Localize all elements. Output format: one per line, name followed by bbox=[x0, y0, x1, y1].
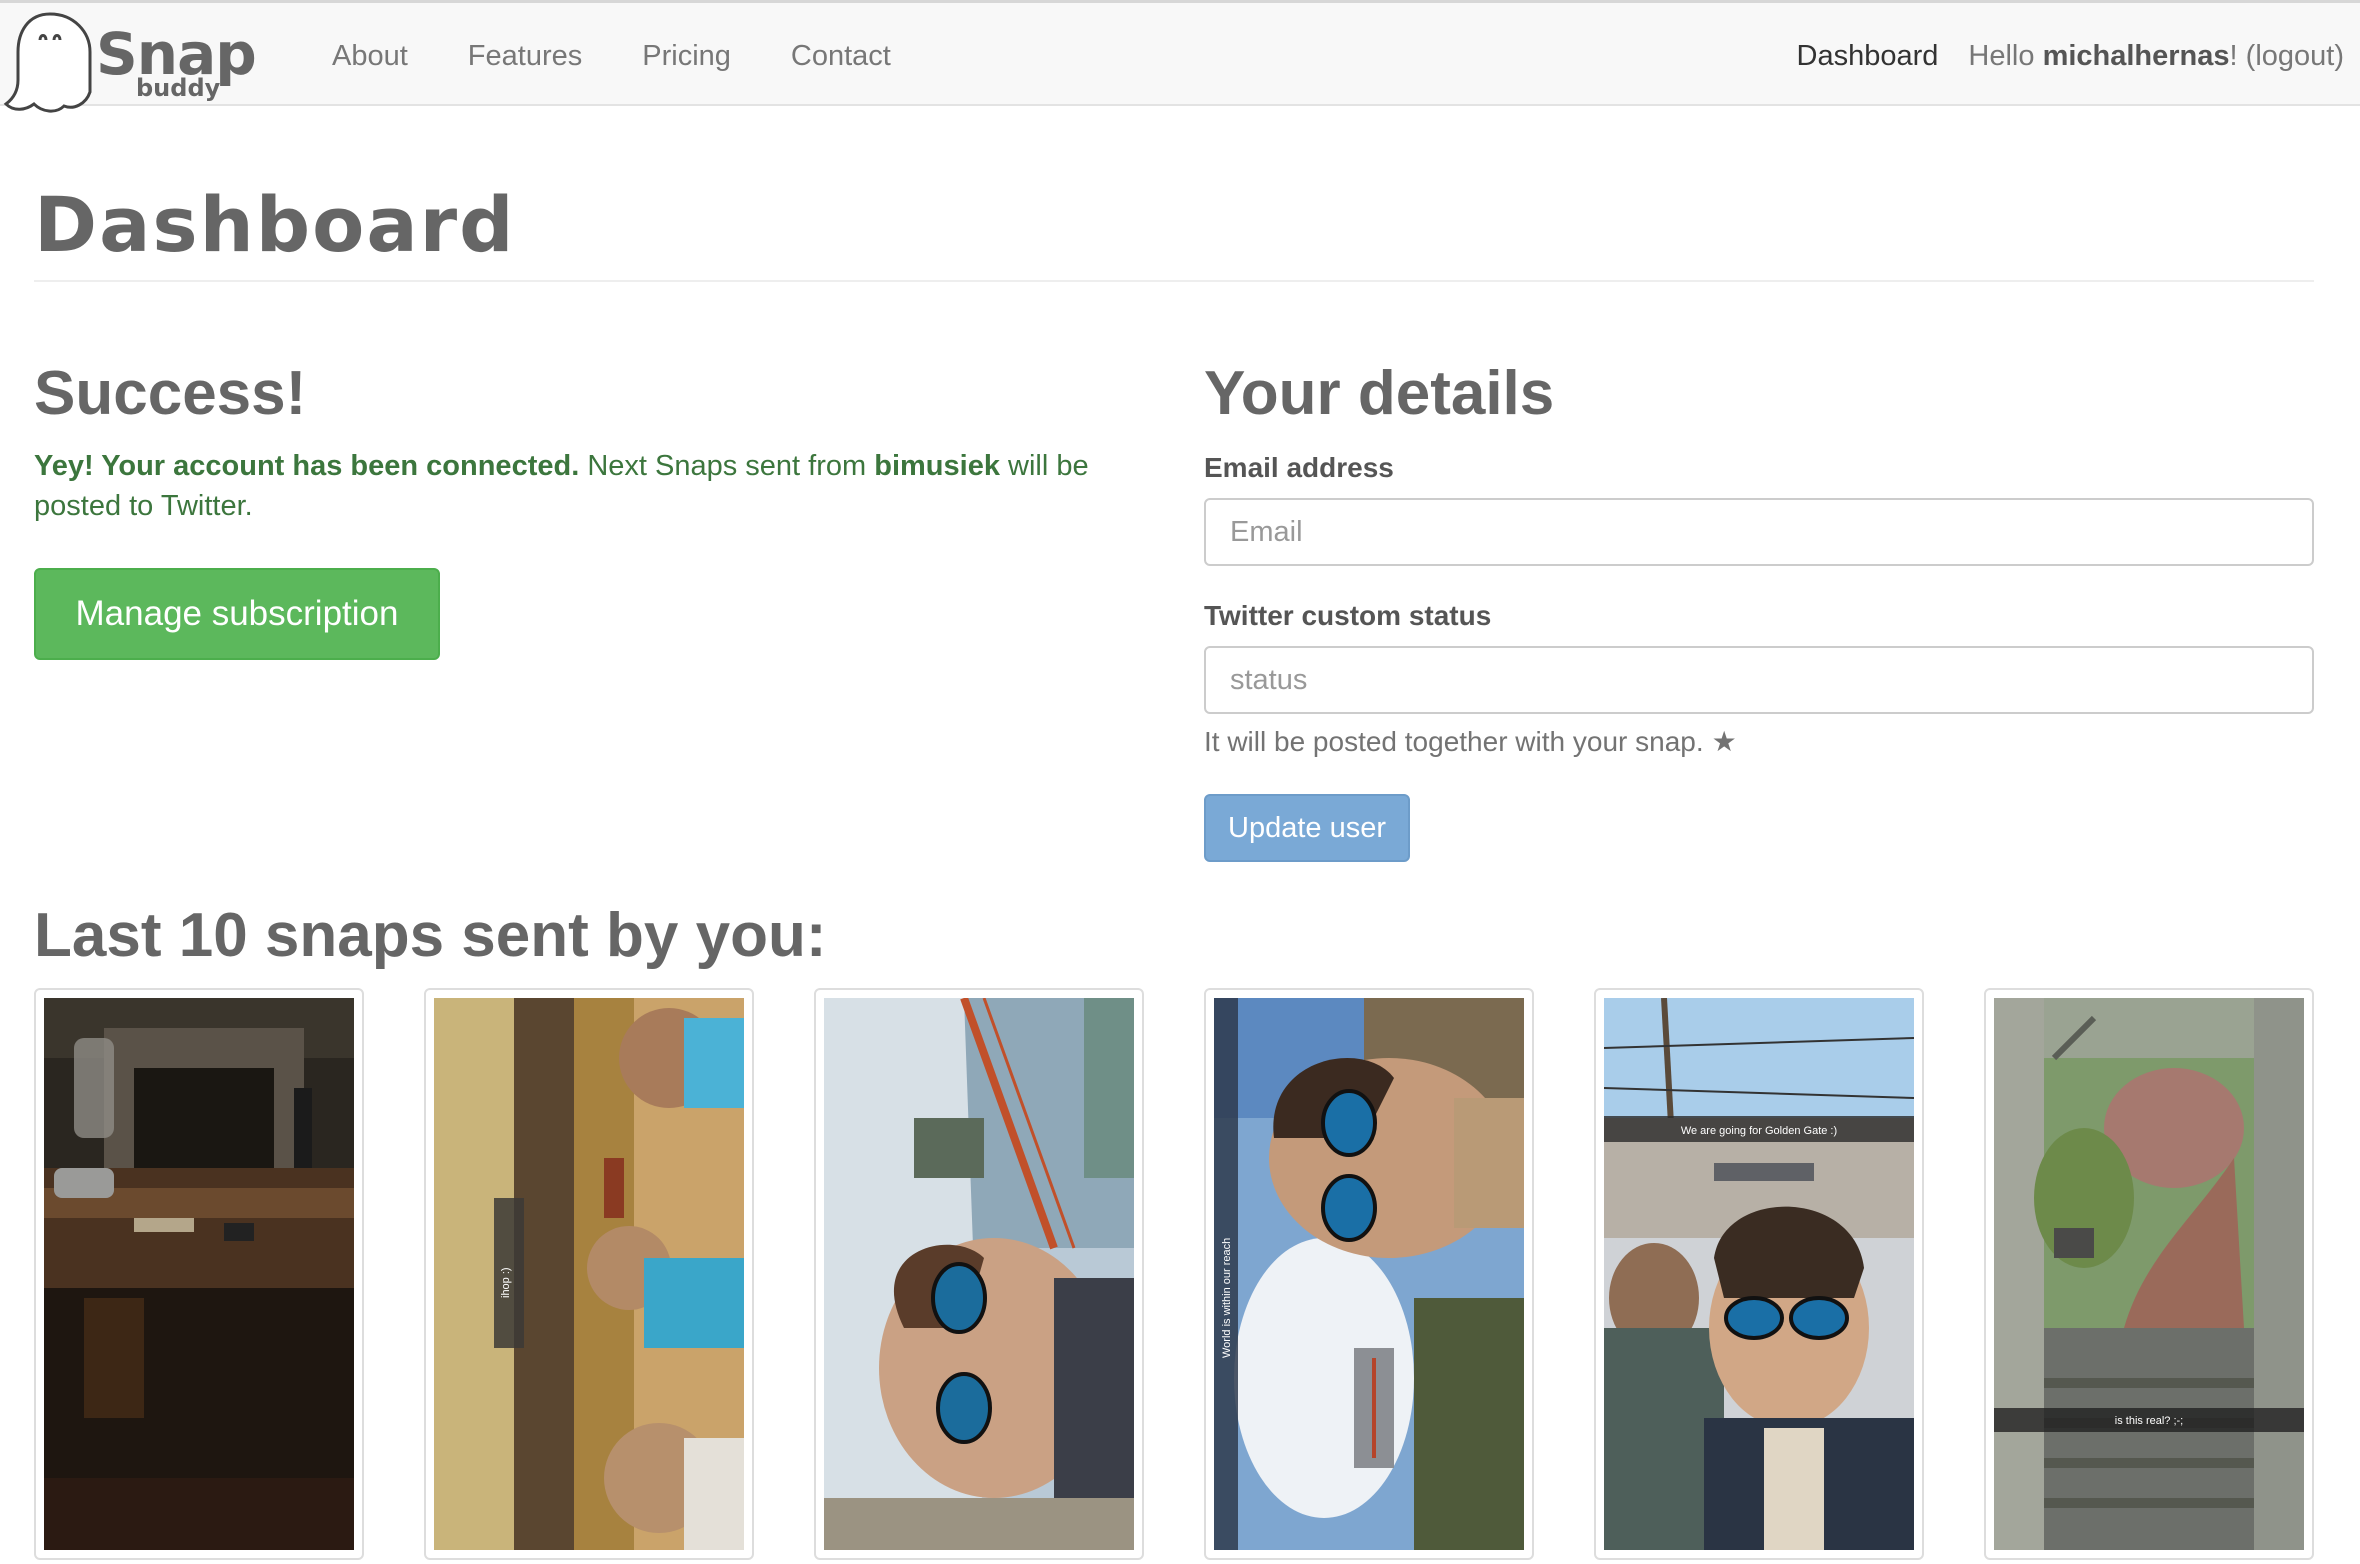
snap-image: We are going for Golden Gate :) bbox=[1604, 998, 1914, 1550]
status-help-text: It will be posted together with your sna… bbox=[1204, 726, 1704, 757]
details-title: Your details bbox=[1204, 359, 1555, 428]
snap-image: World is within our reach bbox=[1214, 998, 1524, 1550]
snap-thumbnail[interactable]: ihop :) bbox=[424, 988, 754, 1560]
status-field[interactable] bbox=[1204, 646, 2314, 714]
svg-text:ihop :): ihop :) bbox=[500, 1267, 512, 1298]
snap-thumbnail[interactable] bbox=[814, 988, 1144, 1560]
navbar: Snap buddy About Features Pricing Contac… bbox=[0, 0, 2360, 113]
header-divider bbox=[34, 280, 2314, 282]
brand-subname: buddy bbox=[136, 74, 221, 102]
snaps-title: Last 10 snaps sent by you: bbox=[34, 901, 827, 970]
update-user-button[interactable]: Update user bbox=[1204, 794, 1410, 862]
snap-caption: World is within our reach bbox=[1221, 1238, 1233, 1358]
success-title: Success! bbox=[34, 359, 307, 428]
connected-account: bimusiek bbox=[874, 450, 1000, 482]
logout-link[interactable]: (logout) bbox=[2246, 40, 2344, 72]
nav-dashboard[interactable]: Dashboard bbox=[1797, 40, 1939, 73]
success-message-bold: Yey! Your account has been connected. bbox=[34, 450, 580, 482]
status-help: It will be posted together with your sna… bbox=[1204, 726, 1737, 758]
nav-features[interactable]: Features bbox=[438, 40, 612, 73]
main-nav: About Features Pricing Contact bbox=[302, 6, 921, 106]
snap-thumbnail[interactable]: World is within our reach bbox=[1204, 988, 1534, 1560]
nav-pricing[interactable]: Pricing bbox=[612, 40, 761, 73]
manage-subscription-button[interactable]: Manage subscription bbox=[34, 568, 440, 660]
snap-image bbox=[44, 998, 354, 1550]
page-title: Dashboard bbox=[34, 180, 516, 269]
email-field[interactable] bbox=[1204, 498, 2314, 566]
success-message-part1: Next Snaps sent from bbox=[579, 450, 875, 482]
snap-thumbnail[interactable] bbox=[34, 988, 364, 1560]
brand-logo[interactable]: Snap buddy bbox=[0, 6, 257, 118]
email-label: Email address bbox=[1204, 452, 1394, 483]
snap-image: is this real? ;-; bbox=[1994, 998, 2304, 1550]
user-greeting: Hello michalhernas! (logout) bbox=[1968, 40, 2344, 73]
snap-image bbox=[824, 998, 1134, 1550]
username: michalhernas bbox=[2042, 39, 2230, 72]
snap-thumbnail[interactable]: We are going for Golden Gate :) bbox=[1594, 988, 1924, 1560]
ghost-icon bbox=[3, 12, 92, 113]
nav-contact[interactable]: Contact bbox=[761, 40, 921, 73]
snap-thumbnail[interactable]: is this real? ;-; bbox=[1984, 988, 2314, 1560]
star-icon: ★ bbox=[1711, 726, 1737, 757]
user-nav: Dashboard Hello michalhernas! (logout) bbox=[1797, 6, 2344, 106]
greeting-prefix: Hello bbox=[1968, 39, 2043, 72]
snap-caption: We are going for Golden Gate :) bbox=[1681, 1125, 1837, 1137]
status-label: Twitter custom status bbox=[1204, 600, 1492, 631]
greeting-suffix: ! bbox=[2229, 39, 2246, 72]
success-message: Yey! Your account has been connected. Ne… bbox=[34, 446, 1114, 526]
nav-about[interactable]: About bbox=[302, 40, 438, 73]
snap-caption: is this real? ;-; bbox=[2115, 1415, 2183, 1427]
snap-image: ihop :) bbox=[434, 998, 744, 1550]
